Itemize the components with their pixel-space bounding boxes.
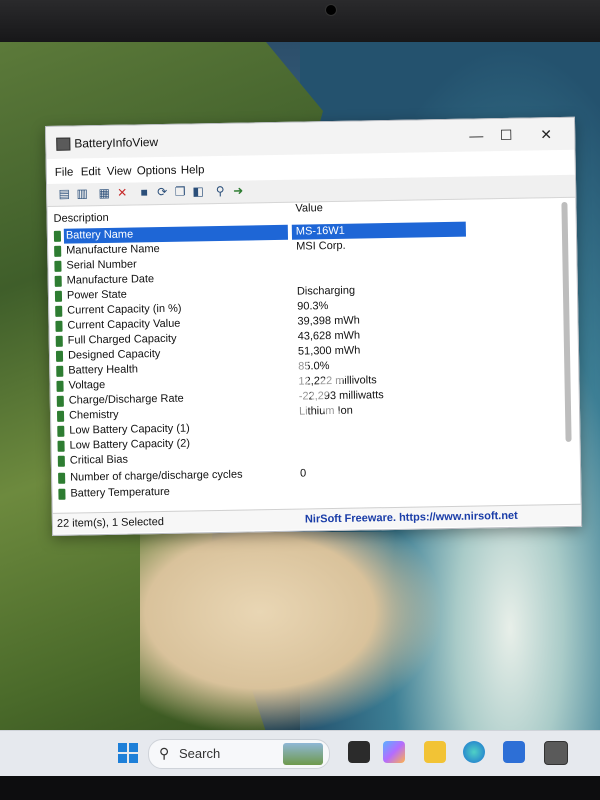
properties-icon[interactable]: ▤ (57, 187, 71, 201)
webcam (325, 4, 337, 16)
title-bar[interactable]: BatteryInfoView — ☐ ✕ (46, 117, 575, 159)
menu-view[interactable]: View (107, 165, 132, 177)
battery-icon (55, 305, 63, 317)
row-description: Battery Temperature (70, 485, 170, 500)
search-highlight-image (283, 743, 323, 765)
taskbar: ⚲ Search (0, 730, 600, 777)
row-value: 0 (300, 467, 307, 480)
battery-icon (57, 455, 65, 467)
monitor-bezel-bottom (0, 776, 600, 800)
minimize-button[interactable]: — (464, 125, 488, 145)
battery-icon (57, 425, 65, 437)
copilot-icon[interactable] (383, 741, 405, 763)
search-label: Search (179, 746, 221, 761)
search-icon: ⚲ (159, 745, 170, 761)
save-icon[interactable]: ■ (137, 185, 151, 199)
nirsoft-link[interactable]: NirSoft Freeware. https://www.nirsoft.ne… (305, 510, 518, 526)
edge-icon[interactable] (463, 741, 485, 763)
taskbar-search[interactable]: ⚲ Search (148, 739, 330, 769)
row-description: Critical Bias (69, 453, 129, 467)
maximize-button[interactable]: ☐ (494, 125, 518, 145)
menu-edit[interactable]: Edit (81, 166, 101, 178)
battery-info-icon[interactable]: ▥ (75, 186, 89, 200)
menu-file[interactable]: File (55, 167, 74, 179)
html-report-icon[interactable]: ▦ (97, 186, 111, 200)
copy-icon[interactable]: ❐ (173, 185, 187, 199)
refresh-icon[interactable]: ⟳ (155, 185, 169, 199)
battery-icon (54, 290, 63, 302)
battery-app-icon[interactable] (544, 741, 568, 765)
battery-icon (54, 245, 62, 257)
menu-options[interactable]: Options (137, 165, 177, 178)
battery-icon (56, 365, 64, 377)
battery-icon (58, 472, 66, 484)
delete-icon[interactable]: ✕ (115, 186, 129, 200)
battery-icon (57, 440, 65, 452)
row-value (296, 480, 470, 498)
app-icon (56, 137, 71, 151)
exit-icon[interactable]: ➜ (231, 184, 245, 198)
log-icon[interactable]: ◧ (191, 184, 205, 198)
battery-icon (58, 488, 66, 500)
task-view-icon[interactable] (348, 741, 370, 763)
menu-help[interactable]: Help (181, 164, 205, 176)
battery-icon (53, 230, 62, 242)
battery-icon (55, 335, 63, 347)
battery-icon (55, 320, 63, 332)
battery-info-list: Description Value Battery Name MS-16W1 Ma… (49, 198, 564, 507)
close-button[interactable]: ✕ (534, 124, 558, 144)
battery-icon (54, 275, 62, 287)
battery-icon (55, 350, 64, 362)
battery-icon (56, 410, 65, 422)
batteryinfoview-window[interactable]: BatteryInfoView — ☐ ✕ File Edit View Opt… (45, 116, 583, 536)
store-icon[interactable] (503, 741, 525, 763)
find-icon[interactable]: ⚲ (213, 184, 227, 198)
battery-icon (56, 380, 64, 392)
row-value (296, 447, 470, 465)
file-explorer-icon[interactable] (424, 741, 446, 763)
battery-icon (56, 395, 64, 407)
column-header-value[interactable]: Value (295, 202, 323, 226)
windows-start-icon[interactable] (118, 743, 138, 763)
window-title: BatteryInfoView (74, 135, 159, 151)
battery-icon (54, 260, 62, 272)
status-item-count: 22 item(s), 1 Selected (56, 515, 165, 530)
wallpaper-beach (140, 532, 440, 732)
